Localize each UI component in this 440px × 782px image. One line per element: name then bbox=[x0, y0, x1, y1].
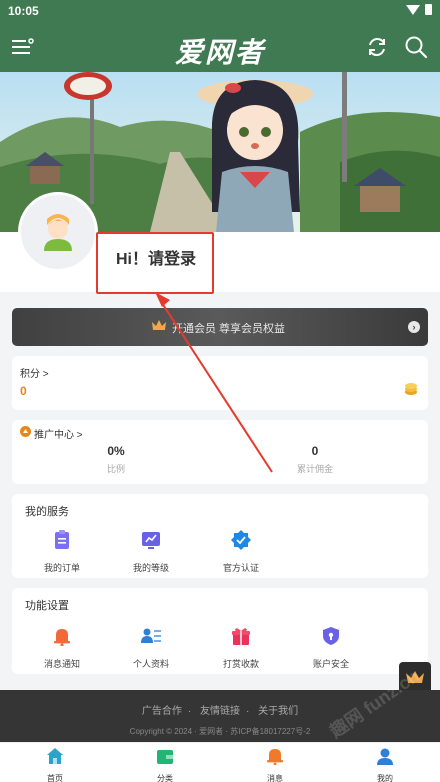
app-bar: 爱网者 bbox=[0, 22, 440, 72]
promotion-label: 推广中心 > bbox=[34, 430, 83, 441]
setting-profile[interactable]: 个人资料 bbox=[116, 626, 186, 670]
default-avatar-icon bbox=[44, 214, 72, 251]
tab-mine[interactable]: 我的 bbox=[355, 747, 415, 782]
tab-category[interactable]: 分类 bbox=[135, 747, 195, 782]
service-level[interactable]: 我的等级 bbox=[116, 530, 186, 574]
setting-label: 消息通知 bbox=[43, 659, 80, 669]
my-services-card: 我的服务 我的订单 我的等级 官方认证 bbox=[12, 494, 428, 578]
setting-security[interactable]: 账户安全 bbox=[296, 626, 366, 670]
copyright: Copyright © 2024 · 爱网者 · 苏ICP备18017227号-… bbox=[129, 727, 311, 736]
tab-label: 分类 bbox=[157, 774, 173, 782]
promotion-center-card[interactable]: 推广中心 > 0% 比例 0 累计佣金 bbox=[12, 420, 428, 484]
home-icon bbox=[47, 748, 63, 764]
services-title: 我的服务 bbox=[25, 506, 69, 518]
ratio-label: 比例 bbox=[106, 464, 125, 474]
service-label: 我的等级 bbox=[132, 563, 169, 573]
vip-membership-banner[interactable]: 开通会员 尊享会员权益 › bbox=[12, 308, 428, 346]
commission-value: 0 bbox=[311, 444, 319, 458]
clipboard-icon bbox=[55, 530, 69, 549]
commission-label: 累计佣金 bbox=[296, 464, 333, 474]
service-verification[interactable]: 官方认证 bbox=[206, 530, 276, 574]
tab-home[interactable]: 首页 bbox=[25, 747, 85, 782]
avatar[interactable] bbox=[18, 192, 98, 272]
chevron-right-icon: › bbox=[408, 321, 420, 333]
ratio-value: 0% bbox=[107, 444, 125, 458]
tab-label: 消息 bbox=[267, 774, 283, 782]
points-card[interactable]: 积分 > 0 bbox=[12, 356, 428, 410]
tab-label: 首页 bbox=[47, 774, 63, 782]
status-bar: 10:05 bbox=[0, 0, 440, 22]
setting-notifications[interactable]: 消息通知 bbox=[27, 626, 97, 670]
wallet-icon bbox=[157, 750, 173, 764]
coins-icon bbox=[405, 383, 417, 395]
profile-card-icon bbox=[141, 628, 161, 643]
shield-icon bbox=[323, 627, 339, 645]
settings-title: 功能设置 bbox=[25, 600, 69, 612]
bell-icon bbox=[54, 629, 70, 647]
setting-label: 打赏收款 bbox=[222, 659, 259, 669]
footer-link-about[interactable]: 关于我们 bbox=[258, 706, 298, 717]
wifi-icon bbox=[406, 4, 420, 15]
promotion-icon bbox=[20, 426, 31, 437]
verified-icon bbox=[231, 530, 251, 550]
chart-icon bbox=[142, 532, 160, 549]
battery-icon bbox=[425, 4, 432, 15]
system-icons bbox=[406, 4, 432, 15]
search-icon[interactable] bbox=[404, 35, 428, 59]
service-label: 我的订单 bbox=[43, 563, 80, 573]
points-label: 积分 > bbox=[20, 369, 49, 380]
status-time: 10:05 bbox=[8, 4, 39, 18]
service-label: 官方认证 bbox=[222, 563, 259, 573]
login-prompt[interactable]: Hi！请登录 bbox=[116, 245, 196, 269]
tab-label: 我的 bbox=[377, 774, 393, 782]
setting-label: 账户安全 bbox=[312, 659, 349, 669]
commission-stat: 0 累计佣金 bbox=[255, 444, 375, 475]
tab-messages[interactable]: 消息 bbox=[245, 747, 305, 782]
vip-label: 开通会员 尊享会员权益 bbox=[172, 323, 286, 335]
user-icon bbox=[377, 748, 393, 765]
footer-link-friends[interactable]: 友情链接 bbox=[200, 706, 240, 717]
setting-tipping[interactable]: 打赏收款 bbox=[206, 626, 276, 670]
service-orders[interactable]: 我的订单 bbox=[27, 530, 97, 574]
setting-label: 个人资料 bbox=[132, 659, 169, 669]
points-value: 0 bbox=[20, 384, 27, 398]
refresh-icon[interactable] bbox=[366, 36, 388, 58]
gift-icon bbox=[232, 628, 250, 645]
ratio-stat: 0% 比例 bbox=[56, 444, 176, 475]
bottom-tab-bar: 首页 分类 消息 我的 bbox=[0, 742, 440, 782]
login-link-highlight[interactable]: Hi！请登录 bbox=[96, 232, 214, 294]
bell-icon bbox=[267, 749, 283, 766]
footer-link-ads[interactable]: 广告合作 bbox=[142, 706, 182, 717]
crown-icon bbox=[152, 320, 166, 330]
function-settings-card: 功能设置 消息通知 个人资料 打赏收款 账户安全 bbox=[12, 588, 428, 674]
